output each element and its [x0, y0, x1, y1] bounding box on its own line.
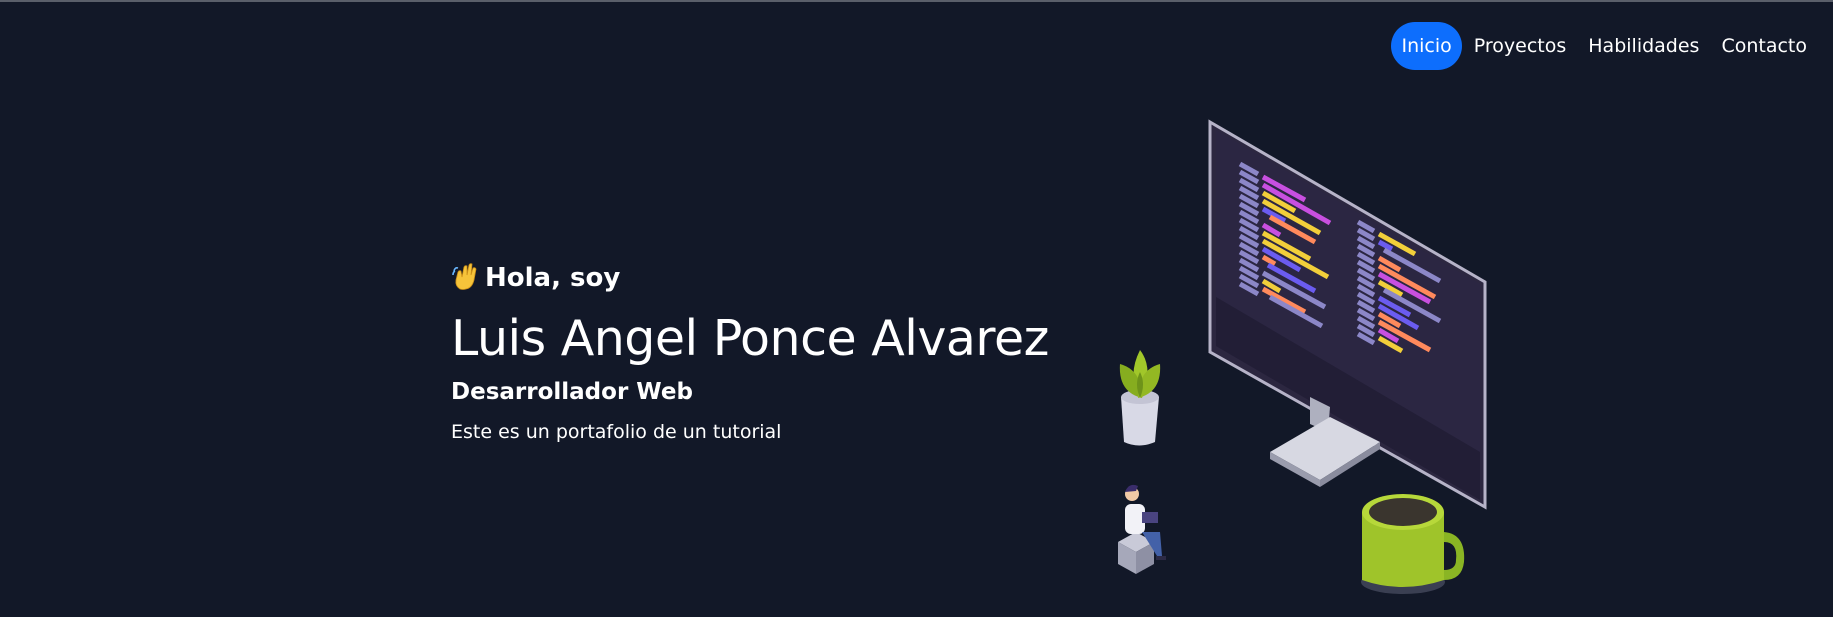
hero-intro: Hola, soy Luis Angel Ponce Alvarez Desar…: [451, 260, 1071, 444]
nav-link-habilidades[interactable]: Habilidades: [1578, 22, 1709, 70]
plant-illustration: [1119, 350, 1161, 446]
developer-workspace-illustration: [1100, 112, 1500, 612]
greeting-line: Hola, soy: [451, 260, 1071, 296]
nav-link-proyectos[interactable]: Proyectos: [1464, 22, 1577, 70]
hero-role: Desarrollador Web: [451, 379, 693, 405]
nav-link-contacto[interactable]: Contacto: [1711, 22, 1817, 70]
hero-page: Inicio Proyectos Habilidades Contacto Ho…: [0, 0, 1833, 617]
hero-description: Este es un portafolio de un tutorial: [451, 421, 782, 443]
monitor-illustration: [1208, 119, 1487, 510]
greeting-text: Hola, soy: [485, 263, 621, 293]
waving-hand-icon: [451, 263, 481, 293]
person-illustration: [1118, 484, 1166, 574]
coffee-mug-illustration: [1361, 494, 1465, 594]
hero-name: Luis Angel Ponce Alvarez: [451, 310, 1049, 367]
nav-link-inicio[interactable]: Inicio: [1391, 22, 1462, 70]
top-nav: Inicio Proyectos Habilidades Contacto: [1391, 22, 1817, 70]
